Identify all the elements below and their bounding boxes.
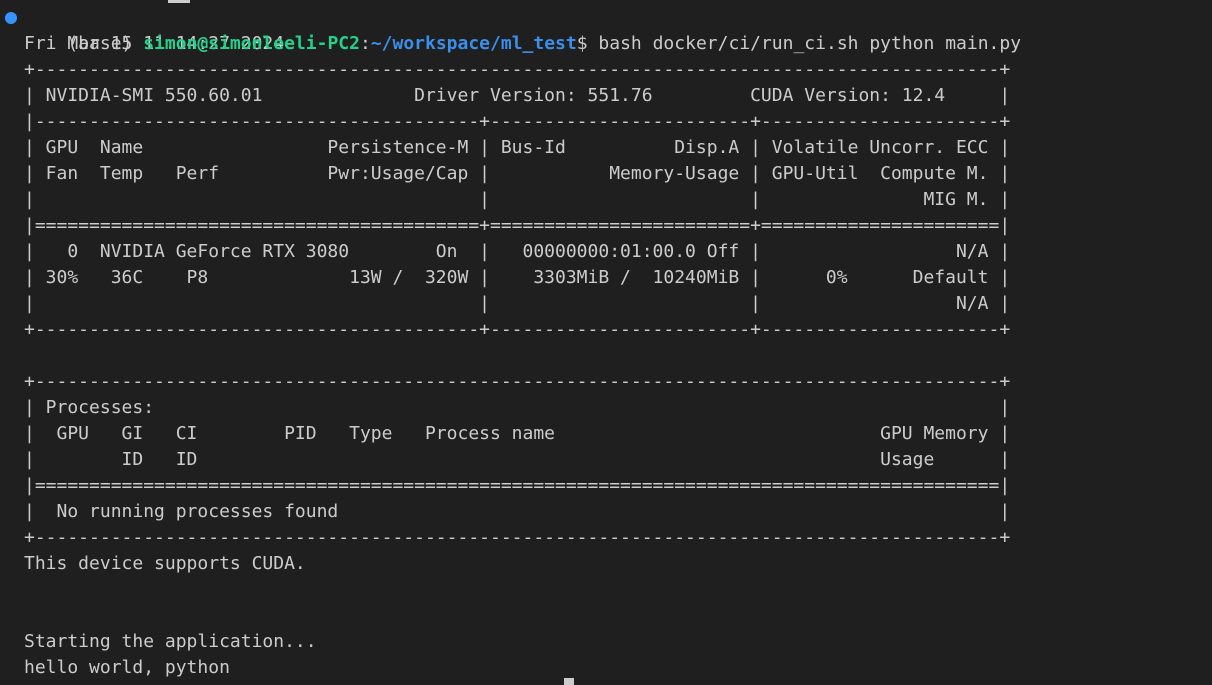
- output-line: hello world, python: [24, 657, 230, 678]
- prompt-symbol: $: [576, 33, 599, 54]
- output-line: | | | N/A |: [24, 293, 1011, 314]
- output-line: | GPU Name Persistence-M | Bus-Id Disp.A…: [24, 137, 1011, 158]
- previous-output-fragment: [168, 0, 190, 3]
- output-line: +---------------------------------------…: [24, 319, 1011, 340]
- output-line: |=======================================…: [24, 475, 1011, 496]
- output-line: |---------------------------------------…: [24, 111, 1011, 132]
- user-host: simon@simonleeli-PC2: [143, 33, 360, 54]
- output-line: | No running processes found |: [24, 501, 1011, 522]
- prompt-separator: :: [359, 33, 371, 54]
- output-line: | NVIDIA-SMI 550.60.01 Driver Version: 5…: [24, 85, 1011, 106]
- output-line: +---------------------------------------…: [24, 59, 1011, 80]
- output-line: Starting the application...: [24, 631, 317, 652]
- conda-env: (base): [67, 33, 144, 54]
- output-line: | GPU GI CI PID Type Process name GPU Me…: [24, 423, 1011, 444]
- output-line: This device supports CUDA.: [24, 553, 306, 574]
- terminal-output: Fri Mar 15 11:14:27 2024 +--------------…: [24, 31, 1212, 681]
- command-text: bash docker/ci/run_ci.sh python main.py: [598, 33, 1022, 54]
- terminal-window[interactable]: (base) simon@simonleeli-PC2:~/workspace/…: [0, 0, 1212, 685]
- output-line: | Processes: |: [24, 397, 1011, 418]
- output-line: | Fan Temp Perf Pwr:Usage/Cap | Memory-U…: [24, 163, 1011, 184]
- output-line: | | | MIG M. |: [24, 189, 1011, 210]
- output-line: +---------------------------------------…: [24, 371, 1011, 392]
- working-directory: ~/workspace/ml_test: [370, 33, 577, 54]
- output-line: |=======================================…: [24, 215, 1011, 236]
- output-line: | ID ID Usage |: [24, 449, 1011, 470]
- output-line: +---------------------------------------…: [24, 527, 1011, 548]
- output-line: | 30% 36C P8 13W / 320W | 3303MiB / 1024…: [24, 267, 1011, 288]
- command-prompt-line: (base) simon@simonleeli-PC2:~/workspace/…: [5, 5, 1212, 54]
- terminal-cursor: [564, 678, 574, 685]
- command-status-dot-icon[interactable]: [5, 12, 17, 24]
- output-line: | 0 NVIDIA GeForce RTX 3080 On | 0000000…: [24, 241, 1011, 262]
